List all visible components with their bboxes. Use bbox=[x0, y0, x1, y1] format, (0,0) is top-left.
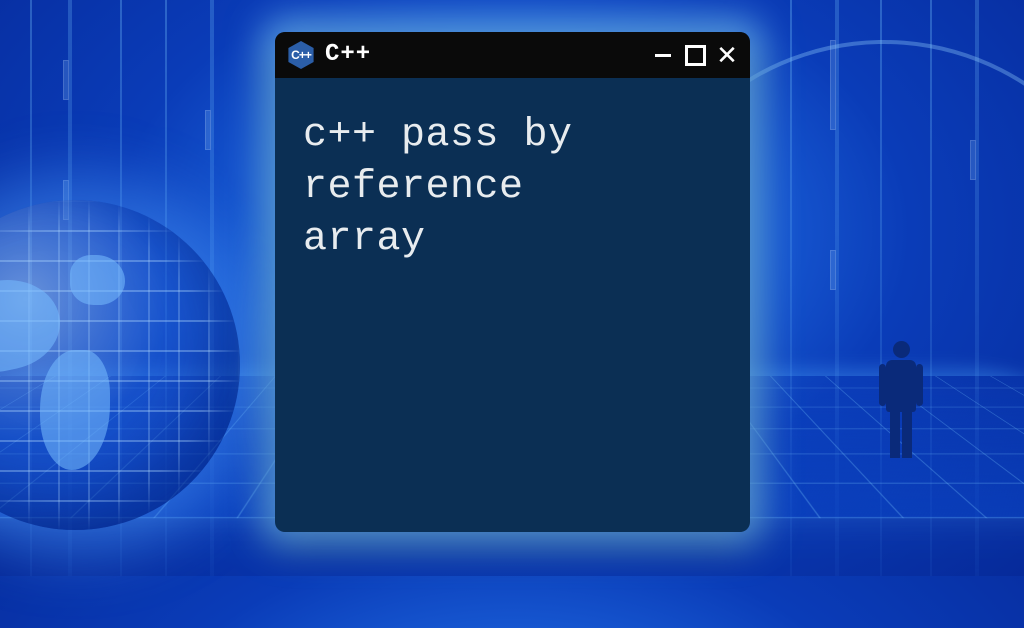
cpp-logo-icon: C++ bbox=[287, 41, 315, 69]
maximize-button[interactable] bbox=[684, 44, 706, 66]
titlebar: C++ C++ ✕ bbox=[275, 32, 750, 78]
logo-text: C++ bbox=[291, 49, 311, 61]
window-controls: ✕ bbox=[652, 44, 738, 66]
standing-figure bbox=[878, 341, 924, 461]
terminal-content: c++ pass by reference array bbox=[275, 78, 750, 532]
close-button[interactable]: ✕ bbox=[716, 44, 738, 66]
window-title: C++ bbox=[325, 43, 642, 67]
terminal-window: C++ C++ ✕ c++ pass by reference array bbox=[275, 32, 750, 532]
minimize-button[interactable] bbox=[652, 44, 674, 66]
